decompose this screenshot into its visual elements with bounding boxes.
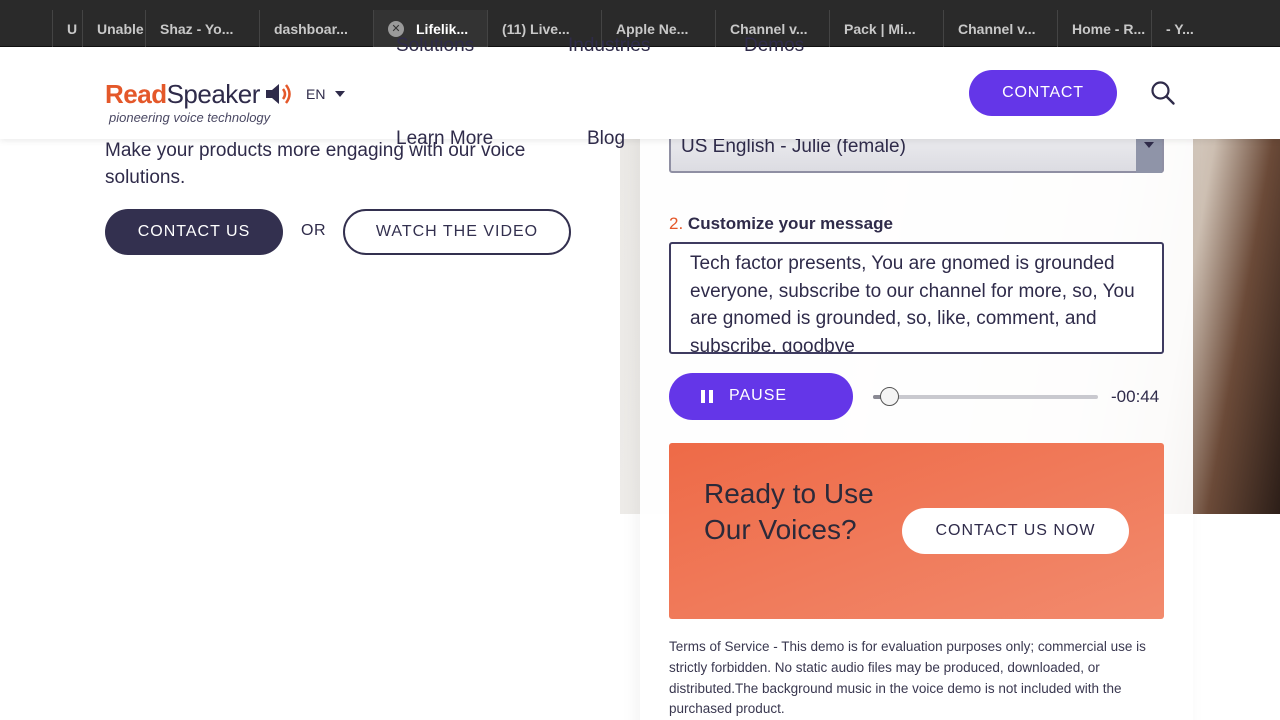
step-2-label: 2. Customize your message — [669, 214, 893, 234]
tab-label: (11) Live... — [502, 20, 570, 37]
browser-tab[interactable]: - Y... — [1151, 10, 1215, 47]
browser-tab[interactable]: Home - R... — [1057, 10, 1151, 47]
message-text: Tech factor presents, You are gnomed is … — [690, 253, 1135, 354]
tab-label: - Y... — [1166, 20, 1194, 37]
language-selector[interactable]: EN — [306, 86, 346, 102]
pause-button[interactable]: PAUSE — [669, 373, 853, 420]
browser-tab[interactable]: U — [52, 10, 78, 47]
terms-of-service: Terms of Service - This demo is for eval… — [669, 639, 1146, 717]
contact-button[interactable]: CONTACT — [969, 70, 1117, 116]
nav-blog[interactable]: Blog — [587, 128, 625, 150]
chevron-down-icon — [335, 91, 346, 97]
playback-slider-thumb[interactable] — [879, 387, 899, 406]
contact-us-now-button[interactable]: CONTACT US NOW — [902, 508, 1129, 554]
site-header: Read Speaker pioneering voice technology … — [0, 35, 1280, 149]
browser-tab[interactable]: Shaz - Yo... — [145, 10, 259, 47]
nav-industries[interactable]: Industries — [568, 35, 650, 57]
nav-demos[interactable]: Demos — [744, 35, 804, 57]
nav-solutions[interactable]: Solutions — [396, 35, 474, 57]
tab-label: Channel v... — [958, 20, 1036, 37]
browser-tab[interactable]: dashboar... — [259, 10, 373, 47]
tab-label: dashboar... — [274, 20, 348, 37]
contact-us-button[interactable]: CONTACT US — [105, 209, 283, 255]
logo-text-speaker: Speaker — [166, 78, 261, 109]
cta-panel: Ready to Use Our Voices? CONTACT US NOW — [669, 443, 1164, 619]
pause-label: PAUSE — [729, 387, 788, 404]
tab-label: Pack | Mi... — [844, 20, 916, 37]
time-remaining: -00:44 — [1111, 387, 1160, 406]
logo-tagline: pioneering voice technology — [109, 110, 271, 125]
browser-tab[interactable]: Unable — [82, 10, 146, 47]
tab-label: Shaz - Yo... — [160, 20, 234, 37]
tab-label: Home - R... — [1072, 20, 1146, 37]
playback-slider[interactable] — [873, 387, 1098, 406]
or-label: OR — [301, 222, 326, 239]
hero-description: Make your products more engaging with ou… — [105, 140, 526, 188]
message-textarea[interactable]: Tech factor presents, You are gnomed is … — [669, 242, 1164, 354]
browser-tab[interactable]: Pack | Mi... — [829, 10, 943, 47]
language-label: EN — [306, 86, 326, 102]
voice-select-value: US English - Julie (female) — [681, 136, 906, 157]
tab-label: Unable — [97, 20, 144, 37]
step-title: Customize your message — [687, 214, 893, 233]
step-number: 2. — [669, 214, 684, 233]
readspeaker-logo[interactable]: Read Speaker — [105, 77, 294, 111]
watch-video-button[interactable]: WATCH THE VIDEO — [343, 209, 571, 255]
cta-title: Ready to Use Our Voices? — [704, 478, 874, 545]
tab-label: U — [67, 20, 78, 37]
speaker-icon — [265, 84, 291, 104]
nav-learn-more[interactable]: Learn More — [396, 128, 493, 150]
logo-text-read: Read — [105, 78, 167, 109]
search-icon[interactable] — [1150, 80, 1176, 106]
pause-icon — [701, 390, 714, 403]
browser-tab[interactable]: Channel v... — [943, 10, 1057, 47]
